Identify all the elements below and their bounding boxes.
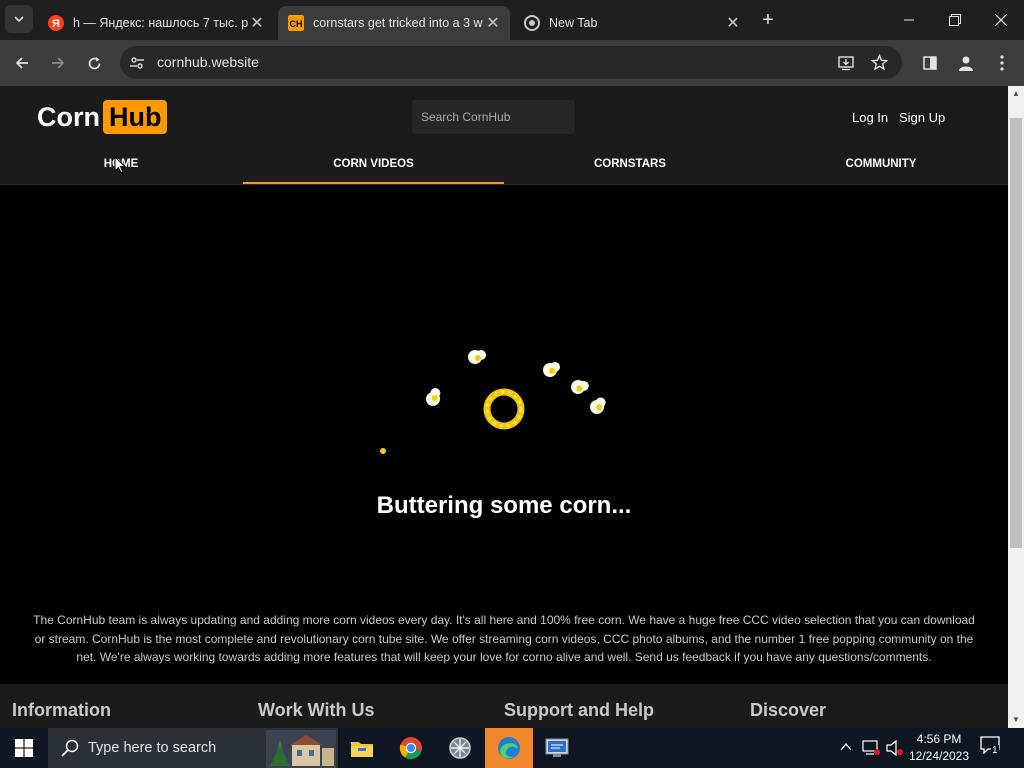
minimize-icon <box>904 19 914 21</box>
site-info-icon[interactable] <box>130 56 144 70</box>
minimize-button[interactable] <box>894 5 924 35</box>
arrow-left-icon <box>15 57 28 69</box>
notification-count: 1 <box>991 745 999 756</box>
close-tab-icon[interactable]: ✕ <box>248 13 266 33</box>
edge-icon <box>498 737 520 759</box>
tab-new-tab[interactable]: New Tab ✕ <box>514 6 750 40</box>
tab-title: h — Яндекс: нашлось 7 тыс. ре <box>73 16 248 30</box>
taskbar-search-box[interactable]: Type here to search <box>48 728 338 768</box>
menu-button[interactable] <box>987 48 1017 78</box>
chevron-down-icon <box>14 16 24 22</box>
remote-desktop-icon <box>545 738 569 757</box>
corn-kernel-icon <box>380 448 386 454</box>
address-bar[interactable]: cornhub.website <box>120 46 902 79</box>
cornhub-favicon-icon: CH <box>288 15 304 31</box>
yandex-icon: Я <box>48 15 64 31</box>
file-explorer-icon <box>351 742 373 757</box>
tab-title: cornstars get tricked into a 3 w <box>313 16 483 30</box>
profile-icon <box>959 56 973 71</box>
clock-time: 4:56 PM <box>916 732 962 746</box>
logo-badge: Hub <box>103 100 168 134</box>
close-tab-icon[interactable]: ✕ <box>724 13 742 33</box>
popcorn-kernel-icon <box>468 350 486 364</box>
close-icon <box>995 14 1007 26</box>
taskbar-app[interactable] <box>436 728 484 768</box>
taskbar-file-explorer[interactable] <box>338 728 386 768</box>
install-app-icon[interactable] <box>838 55 854 71</box>
start-button[interactable] <box>0 728 48 768</box>
scroll-up-icon[interactable]: ▲ <box>1008 86 1024 102</box>
tab-title: New Tab <box>549 16 598 30</box>
notification-center-button[interactable]: 1 <box>980 736 1006 760</box>
site-description: The CornHub team is always updating and … <box>33 613 975 664</box>
site-logo[interactable]: Corn Hub <box>37 100 168 134</box>
mouse-cursor-icon <box>114 156 126 174</box>
nav-cornstars[interactable]: CORNSTARS <box>530 158 730 170</box>
page-scrollbar[interactable]: ▲ ▼ <box>1008 86 1024 728</box>
browser-tab-strip: Я h — Яндекс: нашлось 7 тыс. ре ✕ CH cor… <box>0 0 1024 40</box>
search-highlight-image <box>266 730 336 768</box>
volume-muted-icon[interactable] <box>886 740 904 756</box>
side-panel-icon <box>923 56 937 70</box>
tab-search-button[interactable] <box>5 5 33 33</box>
footer-heading-work-with-us: Work With Us <box>258 700 375 720</box>
footer-heading-information: Information <box>12 700 111 720</box>
footer-heading-discover: Discover <box>750 700 827 720</box>
login-link[interactable]: Log In <box>852 110 888 125</box>
site-footer: Information Work With Us Support and Hel… <box>0 684 1008 728</box>
side-panel-button[interactable] <box>915 48 945 78</box>
nav-corn-videos[interactable]: CORN VIDEOS <box>243 158 504 170</box>
taskbar-clock[interactable]: 4:56 PM 12/24/2023 <box>906 731 972 765</box>
svg-text:Я: Я <box>52 18 60 30</box>
restore-button[interactable] <box>940 5 970 35</box>
popcorn-kernel-icon <box>543 362 560 377</box>
reload-icon <box>88 56 100 69</box>
close-window-button[interactable] <box>986 5 1016 35</box>
site-search-input[interactable] <box>412 100 575 134</box>
chevron-up-icon[interactable] <box>840 742 852 752</box>
arrow-right-icon <box>52 57 65 69</box>
loading-message: Buttering some corn... <box>376 492 632 519</box>
network-icon[interactable] <box>862 740 880 756</box>
logo-text: Corn <box>37 101 100 132</box>
taskbar-remote-desktop[interactable] <box>534 728 582 768</box>
scroll-down-icon[interactable]: ▼ <box>1008 712 1024 728</box>
more-vertical-icon <box>1000 55 1004 71</box>
popcorn-loader <box>380 350 606 454</box>
restore-icon <box>949 14 961 26</box>
scroll-thumb[interactable] <box>1010 118 1022 548</box>
taskbar-edge[interactable] <box>485 728 533 768</box>
reload-button[interactable] <box>79 48 109 78</box>
browser-toolbar: cornhub.website <box>0 40 1024 86</box>
forward-button[interactable] <box>43 48 73 78</box>
chrome-icon <box>524 15 540 31</box>
web-page: Corn Hub Log In Sign Up HOME CORN VIDEOS… <box>0 86 1008 728</box>
app-icon <box>449 737 471 759</box>
popcorn-kernel-icon <box>426 388 441 406</box>
tab-yandex[interactable]: Я h — Яндекс: нашлось 7 тыс. ре ✕ <box>38 6 274 40</box>
back-button[interactable] <box>7 48 37 78</box>
nav-community[interactable]: COMMUNITY <box>780 158 982 170</box>
popcorn-kernel-icon <box>590 397 606 414</box>
chrome-icon <box>399 737 422 760</box>
site-header: Corn Hub Log In Sign Up HOME CORN VIDEOS… <box>0 86 1008 185</box>
windows-taskbar: Type here to search 4:56 PM 12/24/2023 1 <box>0 728 1024 768</box>
profile-button[interactable] <box>951 48 981 78</box>
signup-link[interactable]: Sign Up <box>899 110 945 125</box>
corn-ring-icon <box>483 388 525 430</box>
svg-text:CH: CH <box>290 19 303 29</box>
taskbar-search-placeholder: Type here to search <box>88 740 217 756</box>
popcorn-kernel-icon <box>571 380 589 394</box>
tab-cornhub[interactable]: CH cornstars get tricked into a 3 w ✕ <box>278 6 510 40</box>
active-nav-indicator <box>243 182 504 184</box>
close-tab-icon[interactable]: ✕ <box>484 13 502 33</box>
windows-logo-icon <box>15 739 33 757</box>
new-tab-button[interactable]: + <box>753 5 783 35</box>
footer-heading-support: Support and Help <box>504 700 654 720</box>
taskbar-chrome[interactable] <box>387 728 435 768</box>
url-text: cornhub.website <box>157 54 259 70</box>
clock-date: 12/24/2023 <box>908 749 970 763</box>
search-icon <box>61 739 79 757</box>
bookmark-star-icon[interactable] <box>871 54 888 71</box>
